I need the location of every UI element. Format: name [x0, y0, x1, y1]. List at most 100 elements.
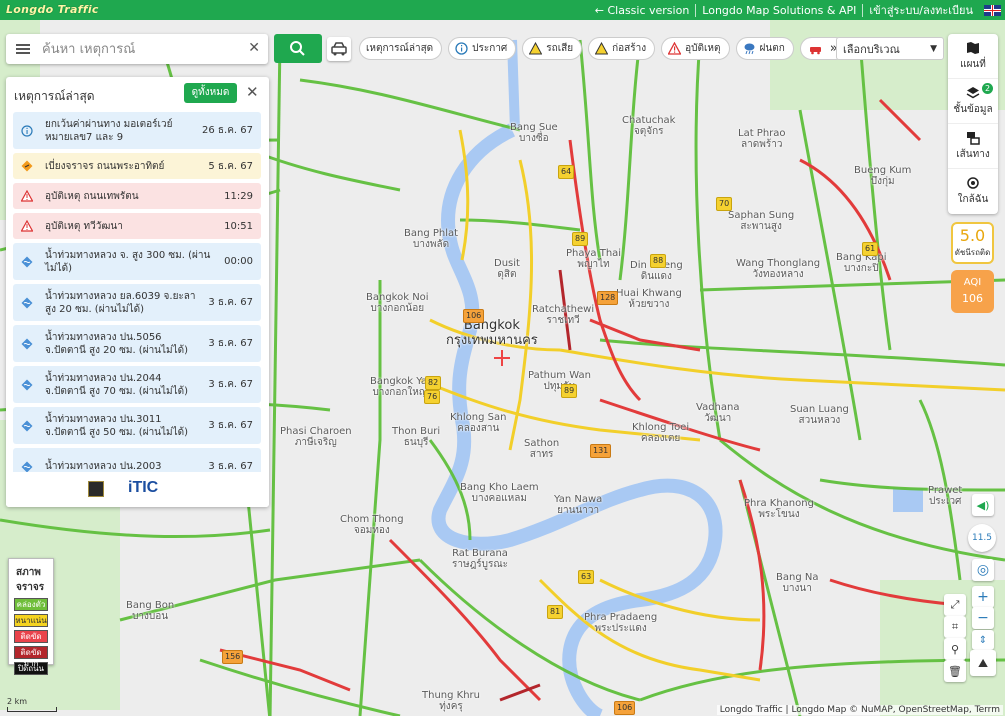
map-label-thon-buri: Thon Buri ธนบุรี	[392, 426, 441, 448]
accident-warning-icon	[21, 190, 33, 202]
info-icon	[21, 124, 33, 137]
events-list[interactable]: ยกเว้นค่าผ่านทาง มอเตอร์เวย์ หมายเลข7 แล…	[13, 112, 261, 472]
map-label-ratchathewi: Ratchathewi ราชเทวี	[532, 304, 595, 326]
itic-logo[interactable]: iTIC	[128, 479, 158, 497]
delete-button[interactable]: 🗑	[944, 660, 966, 682]
mountain-icon: ⛰	[977, 655, 989, 670]
event-item[interactable]: เบี่ยงจราจร ถนนพระอาทิตย์ 5 ธ.ค. 67	[13, 153, 261, 179]
map-label-dusit: Dusit ดุสิต	[494, 258, 520, 280]
app-logo[interactable]: Longdo Traffic	[6, 3, 99, 16]
event-item[interactable]: น้ำท่วมทางหลวง ยล.6039 จ.ยะลา สูง 20 ซม.…	[13, 284, 261, 321]
events-panel-title: เหตุการณ์ล่าสุด	[14, 89, 95, 103]
event-item[interactable]: ยกเว้นค่าผ่านทาง มอเตอร์เวย์ หมายเลข7 แล…	[13, 112, 261, 149]
search-input[interactable]	[42, 41, 242, 57]
traffic-index-box[interactable]: 5.0 ดัชนีรถติด	[951, 222, 994, 264]
map-label-pathum-wan: Pathum Wan ปทุมวัน	[528, 370, 591, 392]
megaphone-icon: ◀)	[976, 498, 990, 512]
event-text: น้ำท่วมทางหลวง ยล.6039 จ.ยะลา สูง 20 ซม.…	[45, 290, 196, 315]
route-shield: 89	[572, 232, 589, 246]
uk-flag-icon[interactable]	[984, 4, 1001, 16]
map-label-yan-nawa: Yan Nawa ยานนาวา	[554, 494, 603, 516]
breakdown-warning-icon	[529, 42, 543, 55]
event-item[interactable]: น้ำท่วมทางหลวง ปน.3011 จ.ปัตตานี สูง 50 …	[13, 407, 261, 444]
accident-warning-icon	[668, 42, 682, 55]
flood-sign-icon	[21, 297, 33, 309]
map-label-bangkok-yai: Bangkok Yai บางกอกใหญ่	[370, 376, 430, 398]
map-label-thung-khru: Thung Khru ทุ่งครุ	[422, 690, 480, 712]
chip-construction[interactable]: ก่อสร้าง	[588, 37, 656, 60]
event-text: น้ำท่วมทางหลวง ปน.5056 จ.ปัตตานี สูง 20 …	[45, 331, 189, 356]
event-time: 3 ธ.ค. 67	[208, 420, 253, 431]
event-item[interactable]: น้ำท่วมทางหลวง ปน.5056 จ.ปัตตานี สูง 20 …	[13, 325, 261, 362]
zoom-in-button[interactable]: +	[972, 586, 994, 608]
car-icon	[331, 42, 347, 56]
measure-line-button[interactable]: ⤢	[944, 594, 966, 616]
route-shield: 70	[716, 197, 733, 211]
login-link[interactable]: เข้าสู่ระบบ/ลงทะเบียน	[863, 1, 979, 19]
map-label-bang-kapi: Bang Kapi บางกะปิ	[836, 252, 887, 274]
event-text: น้ำท่วมทางหลวง ปน.2003	[45, 461, 162, 472]
search-button[interactable]	[274, 34, 322, 63]
right-rail: แผนที่ 2 ชั้นข้อมูล เส้นทาง ใกล้ฉัน	[948, 34, 998, 214]
route-shield: 106	[463, 309, 485, 323]
rail-nearby[interactable]: ใกล้ฉัน	[948, 169, 998, 214]
flood-sign-icon	[21, 338, 33, 350]
vehicle-mode-button[interactable]	[327, 37, 351, 61]
crosshair-icon: ◎	[976, 562, 990, 578]
map-label-vadhana: Vadhana วัฒนา	[696, 402, 740, 424]
zoom-out-button[interactable]: −	[972, 607, 994, 629]
rail-route[interactable]: เส้นทาง	[948, 124, 998, 169]
map-label-suan-luang: Suan Luang สวนหลวง	[790, 404, 849, 426]
chip-accident[interactable]: อุบัติเหตุ	[661, 37, 730, 60]
aqi-box[interactable]: AQI 106	[951, 270, 994, 313]
map-label-chatuchak: Chatuchak จตุจักร	[622, 115, 676, 137]
event-item[interactable]: อุบัติเหตุ ถนนเทพรัตน 11:29	[13, 183, 261, 209]
chip-announcement[interactable]: ประกาศ	[448, 37, 517, 60]
chevron-down-icon: ▼	[930, 43, 937, 54]
close-panel-icon[interactable]: ✕	[246, 83, 259, 101]
legend-item: คล่องตัว	[14, 598, 48, 611]
top-links: ← Classic version Longdo Map Solutions &…	[589, 0, 1001, 20]
hamburger-menu-icon[interactable]	[16, 42, 30, 56]
map-label-bangkok: Bangkok กรุงเทพมหานคร	[446, 318, 538, 348]
view-all-button[interactable]: ดูทั้งหมด	[184, 83, 237, 103]
chip-latest-events[interactable]: เหตุการณ์ล่าสุด	[359, 37, 443, 60]
chip-rain[interactable]: ฝนตก	[735, 37, 794, 60]
event-text: อุบัติเหตุ ถนนเทพรัตน	[45, 190, 139, 202]
layers-count-badge: 2	[982, 83, 993, 94]
events-panel: เหตุการณ์ล่าสุด ดูทั้งหมด ✕ ยกเว้นค่าผ่า…	[6, 77, 269, 507]
event-item[interactable]: น้ำท่วมทางหลวง ปน.2003 3 ธ.ค. 67	[13, 448, 261, 472]
event-item[interactable]: อุบัติเหตุ ทวีวัฒนา 10:51	[13, 213, 261, 239]
map-label-wang-thonglang: Wang Thonglang วังทองหลาง	[736, 258, 821, 280]
announce-button[interactable]: ◀)	[972, 494, 994, 516]
aqi-value: 106	[962, 292, 983, 305]
map-label-huai-khwang: Huai Khwang ห้วยขวาง	[616, 288, 682, 310]
partner-logo-icon[interactable]	[88, 481, 104, 497]
pin-button[interactable]: ⚲	[944, 638, 966, 660]
terrain-button[interactable]: ⛰	[970, 650, 996, 676]
classic-version-link[interactable]: ← Classic version	[589, 3, 697, 17]
flood-sign-icon	[21, 461, 33, 472]
route-shield: 156	[222, 650, 244, 664]
map-attribution[interactable]: Longdo Traffic | Longdo Map © NuMAP, Ope…	[716, 705, 1003, 715]
zoom-slider[interactable]: ⇕	[972, 630, 994, 650]
rail-map[interactable]: แผนที่	[948, 34, 998, 79]
locate-me-button[interactable]: ◎	[972, 559, 994, 581]
route-shield: 81	[547, 605, 564, 619]
scale-bar: 2 km	[7, 697, 57, 712]
event-filter-chips: เหตุการณ์ล่าสุด ประกาศ รถเสีย ก่อสร้าง อ…	[359, 37, 847, 61]
map-label-bang-phlat: Bang Phlat บางพลัด	[404, 228, 459, 250]
clear-search-icon[interactable]: ✕	[248, 40, 260, 56]
area-select[interactable]: เลือกบริเวณ ▼	[836, 37, 944, 60]
map-label-bangkok-noi: Bangkok Noi บางกอกน้อย	[366, 292, 429, 314]
event-item[interactable]: น้ำท่วมทางหลวง จ. สูง 300 ซม. (ผ่านไม่ได…	[13, 243, 261, 280]
map-label-bang-kho-laem: Bang Kho Laem บางคอแหลม	[460, 482, 539, 504]
event-item[interactable]: น้ำท่วมทางหลวง ปน.2044 จ.ปัตตานี สูง 70 …	[13, 366, 261, 403]
measure-area-button[interactable]: ⌗	[944, 616, 966, 638]
map-label-chom-thong: Chom Thong จอมทอง	[340, 514, 404, 536]
legend-item: ปิดถนน	[14, 662, 48, 675]
compass-zoom-button[interactable]: 11.5	[968, 524, 996, 552]
chip-breakdown[interactable]: รถเสีย	[522, 37, 583, 60]
solutions-api-link[interactable]: Longdo Map Solutions & API	[696, 3, 864, 17]
rail-layers[interactable]: 2 ชั้นข้อมูล	[948, 79, 998, 124]
